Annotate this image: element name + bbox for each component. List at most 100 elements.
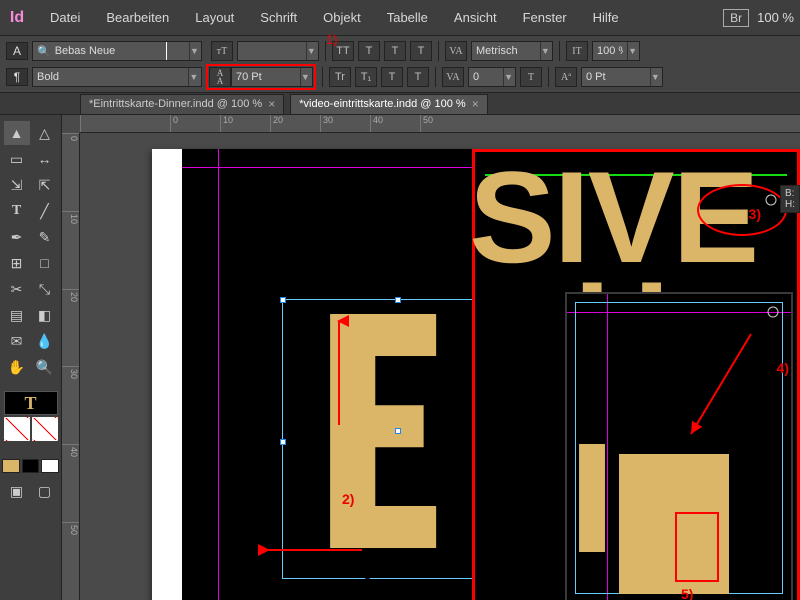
- menu-datei[interactable]: Datei: [38, 6, 92, 29]
- control-panel: A 🔍 ▼ тT ▼ TT T T T VA ▼ IT: [0, 36, 800, 93]
- content-placer-tool[interactable]: ⇱: [32, 173, 58, 197]
- line-tool[interactable]: ╱: [32, 199, 58, 223]
- annotation-5: 5): [681, 586, 693, 600]
- gap-tool[interactable]: ↔: [32, 147, 58, 171]
- font-size-field[interactable]: ▼: [237, 41, 319, 61]
- menu-tabelle[interactable]: Tabelle: [375, 6, 440, 29]
- annotation-1: 1): [326, 32, 338, 47]
- chevron-down-icon[interactable]: ▼: [627, 42, 637, 60]
- document-tabs: *Eintrittskarte-Dinner.indd @ 100 % × *v…: [0, 93, 800, 115]
- chevron-down-icon[interactable]: ▼: [188, 68, 199, 86]
- close-icon[interactable]: ×: [472, 97, 479, 111]
- superscript-icon[interactable]: T: [384, 41, 406, 61]
- tab-document-2[interactable]: *video-eintrittskarte.indd @ 100 % ×: [290, 94, 488, 114]
- chevron-down-icon[interactable]: ▼: [540, 42, 550, 60]
- tracking-field[interactable]: ▼: [468, 67, 516, 87]
- font-style-input[interactable]: [33, 71, 188, 83]
- no-break-icon[interactable]: T: [407, 67, 429, 87]
- menu-hilfe[interactable]: Hilfe: [581, 6, 631, 29]
- app-icon: Id: [4, 5, 30, 31]
- rectangle-frame-tool[interactable]: ⊞: [4, 251, 30, 275]
- transform-info: B: H:: [780, 185, 800, 213]
- document-canvas[interactable]: 0 10 20 30 40 50 0 10 20 30 40 50: [62, 115, 800, 600]
- pen-tool[interactable]: ✒: [4, 225, 30, 249]
- bridge-button[interactable]: Br: [723, 9, 749, 27]
- menu-bar: Id Datei Bearbeiten Layout Schrift Objek…: [0, 0, 800, 36]
- view-mode-normal[interactable]: ▣: [4, 479, 30, 503]
- pencil-tool[interactable]: ✎: [32, 225, 58, 249]
- font-size-icon: тT: [211, 41, 233, 61]
- gradient-feather-tool[interactable]: ◧: [32, 303, 58, 327]
- horizontal-scale-icon: T: [520, 67, 542, 87]
- tracking-icon: VA: [442, 67, 464, 87]
- ligature-icon[interactable]: T: [381, 67, 403, 87]
- underline-icon[interactable]: T: [410, 41, 432, 61]
- character-mode-icon[interactable]: A: [6, 42, 28, 60]
- chevron-down-icon[interactable]: ▼: [503, 68, 513, 86]
- paragraph-mode-icon[interactable]: ¶: [6, 68, 28, 86]
- menu-schrift[interactable]: Schrift: [248, 6, 309, 29]
- rectangle-tool[interactable]: □: [32, 251, 58, 275]
- kerning-icon: VA: [445, 41, 467, 61]
- small-caps-icon[interactable]: T: [358, 41, 380, 61]
- strikethrough-icon[interactable]: Tr: [329, 67, 351, 87]
- gradient-swatch-tool[interactable]: ▤: [4, 303, 30, 327]
- tab-label: *video-eintrittskarte.indd @ 100 %: [299, 98, 465, 110]
- default-fill-stroke[interactable]: [4, 417, 30, 441]
- leading-icon: AA: [209, 67, 231, 87]
- swatch-gold[interactable]: [2, 459, 20, 473]
- eyedropper-tool[interactable]: 💧: [32, 329, 58, 353]
- swatch-white[interactable]: [41, 459, 59, 473]
- fill-stroke-proxy[interactable]: T: [4, 391, 58, 415]
- annotation-3: 3): [749, 206, 761, 222]
- selection-tool[interactable]: ▲: [4, 121, 30, 145]
- subscript-icon[interactable]: T₁: [355, 67, 377, 87]
- font-family-input[interactable]: [51, 45, 189, 57]
- tab-document-1[interactable]: *Eintrittskarte-Dinner.indd @ 100 % ×: [80, 94, 284, 114]
- swatch-black[interactable]: [22, 459, 40, 473]
- zoom-display[interactable]: 100 %: [757, 10, 794, 25]
- note-tool[interactable]: ✉: [4, 329, 30, 353]
- vertical-scale-icon: IT: [566, 41, 588, 61]
- menu-fenster[interactable]: Fenster: [511, 6, 579, 29]
- free-transform-tool[interactable]: ⤡: [32, 277, 58, 301]
- menu-layout[interactable]: Layout: [183, 6, 246, 29]
- chevron-down-icon[interactable]: ▼: [306, 42, 316, 60]
- vertical-ruler: 0 10 20 30 40 50: [62, 133, 80, 600]
- leading-field[interactable]: ▼: [231, 67, 313, 87]
- chevron-down-icon[interactable]: ▼: [189, 42, 199, 60]
- baseline-shift-input[interactable]: [582, 71, 650, 83]
- view-mode-preview[interactable]: ▢: [32, 479, 58, 503]
- annotation-inset-3-4-5: SIVE U 3) I: [472, 149, 800, 600]
- color-swatches: [2, 459, 59, 473]
- vertical-scale-field[interactable]: ▼: [592, 41, 640, 61]
- page-tool[interactable]: ▭: [4, 147, 30, 171]
- chevron-down-icon[interactable]: ▼: [300, 68, 310, 86]
- baseline-shift-field[interactable]: ▼: [581, 67, 663, 87]
- chevron-down-icon[interactable]: ▼: [650, 68, 660, 86]
- kerning-field[interactable]: ▼: [471, 41, 553, 61]
- annotation-4: 4): [777, 360, 789, 376]
- tracking-input[interactable]: [469, 71, 503, 83]
- horizontal-ruler: 0 10 20 30 40 50: [80, 115, 800, 133]
- hand-tool[interactable]: ✋: [4, 355, 30, 379]
- annotation-2: 2): [342, 491, 354, 507]
- font-size-input[interactable]: [238, 45, 306, 57]
- direct-selection-tool[interactable]: △: [32, 121, 58, 145]
- font-style-field[interactable]: ▼: [32, 67, 202, 87]
- font-family-field[interactable]: 🔍 ▼: [32, 41, 202, 61]
- scissors-tool[interactable]: ✂: [4, 277, 30, 301]
- type-tool[interactable]: T: [4, 199, 30, 223]
- swap-fill-stroke[interactable]: [32, 417, 58, 441]
- close-icon[interactable]: ×: [268, 97, 275, 111]
- zoom-tool[interactable]: 🔍: [32, 355, 58, 379]
- menu-objekt[interactable]: Objekt: [311, 6, 373, 29]
- menu-bearbeiten[interactable]: Bearbeiten: [94, 6, 181, 29]
- leading-input[interactable]: [232, 71, 300, 83]
- content-collector-tool[interactable]: ⇲: [4, 173, 30, 197]
- tools-panel: ▲△ ▭↔ ⇲⇱ T╱ ✒✎ ⊞□ ✂⤡ ▤◧ ✉💧 ✋🔍 T ▣▢: [0, 115, 62, 600]
- vertical-scale-input[interactable]: [593, 45, 627, 57]
- baseline-shift-icon: Aª: [555, 67, 577, 87]
- kerning-input[interactable]: [472, 45, 540, 57]
- menu-ansicht[interactable]: Ansicht: [442, 6, 509, 29]
